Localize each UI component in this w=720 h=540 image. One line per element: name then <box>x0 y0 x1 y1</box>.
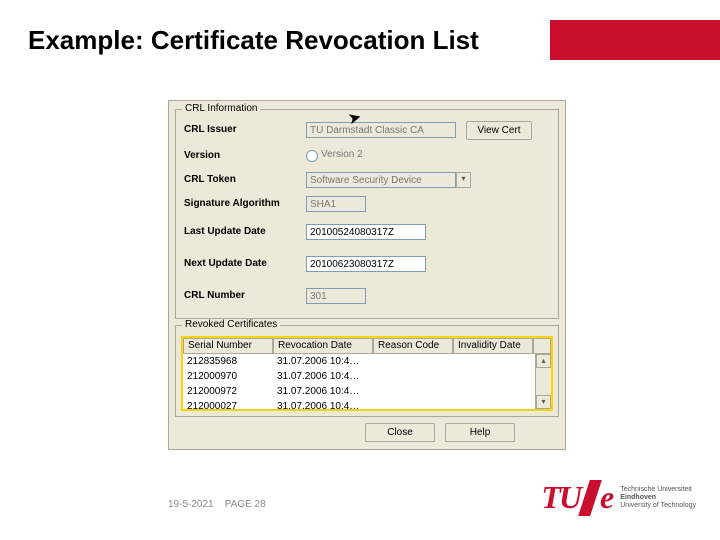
slide-footer: 19-5-2021 PAGE 28 <box>168 499 266 510</box>
crl-dialog: CRL Information CRL Issuer TU Darmstadt … <box>168 100 566 450</box>
label-nextupd: Next Update Date <box>184 258 267 269</box>
tue-logo: TU e Technische Universiteit Eindhoven U… <box>541 479 696 516</box>
radio-version-label: Version 2 <box>321 149 363 160</box>
th-serial[interactable]: Serial Number <box>183 338 273 354</box>
cell-date: 31.07.2006 10:4… <box>273 354 373 369</box>
logo-tu: TU <box>541 479 580 516</box>
table-row[interactable]: 212000972 31.07.2006 10:4… <box>183 384 551 399</box>
field-nextupd[interactable]: 20100623080317Z <box>306 256 426 272</box>
logo-e: e <box>600 479 612 516</box>
table-body: 212835968 31.07.2006 10:4… 212000970 31.… <box>183 354 551 414</box>
footer-page: PAGE 28 <box>225 499 266 510</box>
crl-info-groupbox: CRL Information CRL Issuer TU Darmstadt … <box>175 109 559 319</box>
logo-line3: University of Technology <box>620 502 696 510</box>
token-dropdown-icon[interactable]: ▾ <box>456 172 471 188</box>
scroll-up-icon[interactable]: ▴ <box>536 354 551 368</box>
label-sigalg: Signature Algorithm <box>184 198 280 209</box>
revoked-table: Serial Number Revocation Date Reason Cod… <box>181 336 553 411</box>
label-lastupd: Last Update Date <box>184 226 266 237</box>
cell-date: 31.07.2006 10:4… <box>273 369 373 384</box>
th-reason[interactable]: Reason Code <box>373 338 453 354</box>
help-button[interactable]: Help <box>445 423 515 442</box>
label-crl-issuer: CRL Issuer <box>184 124 237 135</box>
logo-line2: Eindhoven <box>620 494 696 502</box>
field-lastupd[interactable]: 20100524080317Z <box>306 224 426 240</box>
logo-line1: Technische Universiteit <box>620 486 696 494</box>
th-filler <box>533 338 551 354</box>
th-revdate[interactable]: Revocation Date <box>273 338 373 354</box>
logo-text: Technische Universiteit Eindhoven Univer… <box>620 486 696 510</box>
cell-date: 31.07.2006 10:4… <box>273 384 373 399</box>
label-crlnum: CRL Number <box>184 290 245 301</box>
table-row[interactable]: 212835968 31.07.2006 10:4… <box>183 354 551 369</box>
field-crlnum: 301 <box>306 288 366 304</box>
field-crl-issuer: TU Darmstadt Classic CA <box>306 122 456 138</box>
table-header: Serial Number Revocation Date Reason Cod… <box>183 338 551 354</box>
crl-info-legend: CRL Information <box>182 103 260 114</box>
th-invdate[interactable]: Invalidity Date <box>453 338 533 354</box>
cell-serial: 212000027 <box>183 399 273 414</box>
field-crl-token: Software Security Device <box>306 172 456 188</box>
cell-serial: 212000972 <box>183 384 273 399</box>
cell-date: 31.07.2006 10:4… <box>273 399 373 414</box>
label-crl-token: CRL Token <box>184 174 236 185</box>
view-cert-button[interactable]: View Cert <box>466 121 532 140</box>
footer-date: 19-5-2021 <box>168 499 214 510</box>
table-scrollbar[interactable]: ▴ ▾ <box>535 354 551 409</box>
table-row[interactable]: 212000027 31.07.2006 10:4… <box>183 399 551 414</box>
table-row[interactable]: 212000970 31.07.2006 10:4… <box>183 369 551 384</box>
close-button[interactable]: Close <box>365 423 435 442</box>
scroll-down-icon[interactable]: ▾ <box>536 395 551 409</box>
slide-title: Example: Certificate Revocation List <box>28 25 479 56</box>
radio-version[interactable] <box>306 150 318 162</box>
title-accent <box>550 20 720 60</box>
cell-serial: 212835968 <box>183 354 273 369</box>
cell-serial: 212000970 <box>183 369 273 384</box>
logo-slash-icon <box>578 480 602 516</box>
field-sigalg: SHA1 <box>306 196 366 212</box>
revoked-legend: Revoked Certificates <box>182 319 280 330</box>
revoked-groupbox: Revoked Certificates Serial Number Revoc… <box>175 325 559 417</box>
label-version: Version <box>184 150 220 161</box>
title-bar: Example: Certificate Revocation List <box>0 20 720 70</box>
